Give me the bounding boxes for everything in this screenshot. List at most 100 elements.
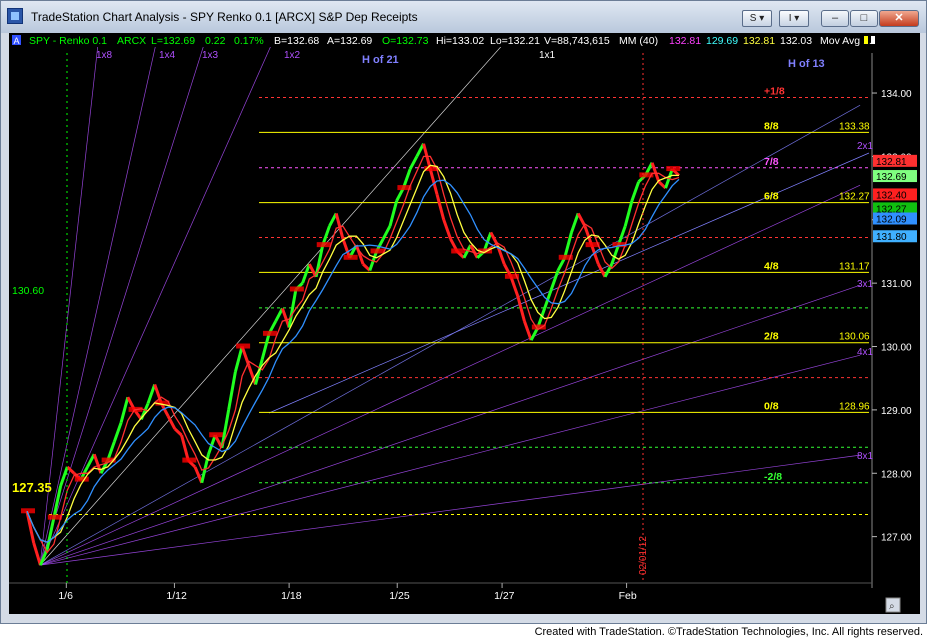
renko-down-bar	[173, 427, 183, 437]
price-tick-label: 128.00	[881, 469, 912, 480]
renko-up-bar	[254, 358, 264, 385]
price-chart[interactable]: +1/8 8/8 133.38 7/8 6/8 132.27 4/8 131.17 2/8 130…	[9, 24, 920, 614]
gann-fan-line	[39, 25, 281, 566]
time-tick-label: 1/6	[58, 590, 73, 602]
price-tags: 132.69132.81132.40132.27132.09131.80	[873, 154, 917, 243]
info-open: O=132.73	[382, 35, 429, 47]
murrey-label: 6/8	[764, 191, 779, 203]
renko-block	[74, 476, 89, 482]
h-of-13-label: H of 13	[788, 58, 825, 70]
murrey-label: +1/8	[764, 85, 785, 97]
renko-block	[451, 248, 466, 254]
gann-fan-line	[40, 454, 861, 566]
moving-average-line	[26, 178, 680, 543]
price-tag-label: 132.69	[876, 172, 907, 183]
s-menu-button[interactable]: S ▾	[742, 10, 772, 27]
gann-4x1-label: 4x1	[857, 347, 874, 358]
renko-down-bar	[597, 263, 607, 278]
renko-up-bar	[274, 307, 284, 322]
info-bid: B=132.68	[274, 35, 319, 47]
info-mm2: 129.69	[706, 35, 738, 47]
window-title: TradeStation Chart Analysis - SPY Renko …	[31, 10, 418, 24]
renko-up-bar	[623, 200, 634, 227]
info-marker-1	[864, 36, 868, 44]
price-tick-label: 129.00	[881, 406, 912, 417]
gann-2x1-label: 2x1	[857, 141, 874, 152]
price-tag-label: 132.40	[876, 190, 907, 201]
close-button[interactable]: ✕	[879, 10, 919, 27]
murrey-value: 132.27	[839, 192, 870, 203]
copyright-text: Created with TradeStation. ©TradeStation…	[534, 626, 923, 638]
price-tick-label: 130.00	[881, 343, 912, 354]
status-bar: Created with TradeStation. ©TradeStation…	[0, 624, 927, 640]
info-hi: Hi=133.02	[436, 35, 484, 47]
gann-3x1-label: 3x1	[857, 279, 874, 290]
price-tag-label: 132.81	[876, 157, 907, 168]
murrey-value: 133.38	[839, 121, 870, 132]
renko-up-bar	[112, 422, 123, 443]
gann-8x1-label: 8x1	[857, 451, 874, 462]
renko-down-bar	[509, 276, 520, 297]
i-menu-button[interactable]: I ▾	[779, 10, 809, 27]
s-menu-label: S	[749, 13, 757, 24]
price-tag-label: 132.09	[876, 215, 907, 226]
gann-fan-lines	[39, 24, 870, 566]
price-tag-label: 131.80	[876, 232, 907, 243]
renko-block	[262, 330, 277, 336]
maximize-button[interactable]: □	[850, 10, 878, 27]
a-badge-label: A	[14, 36, 20, 46]
info-marker-2	[871, 36, 875, 44]
tradestation-app-icon	[7, 8, 23, 24]
renko-block	[666, 166, 681, 172]
info-volume: V=88,743,615	[544, 35, 610, 47]
renko-down-bar	[650, 162, 661, 183]
price-axis: 134.00133.00132.00131.00130.00129.00128.…	[871, 53, 912, 588]
price-tick-label: 127.00	[881, 533, 912, 544]
chart-canvas[interactable]: +1/8 8/8 133.38 7/8 6/8 132.27 4/8 131.17 2/8 130…	[9, 24, 920, 614]
murrey-math-lines: +1/8 8/8 133.38 7/8 6/8 132.27 4/8 131.17 2/8 130…	[49, 85, 870, 515]
price-tick-label: 131.00	[881, 279, 912, 290]
gann-1x2-label: 1x2	[284, 50, 301, 61]
renko-down-bar	[166, 415, 177, 430]
renko-down-bar	[92, 453, 103, 474]
gann-fan-line	[39, 25, 211, 566]
price-series	[26, 155, 680, 554]
renko-block	[209, 432, 224, 438]
renko-up-bar	[549, 269, 560, 290]
gann-fan-line	[39, 24, 521, 566]
renko-up-bar	[146, 384, 157, 405]
chevron-down-icon: ▾	[759, 13, 765, 24]
renko-up-bar	[119, 396, 130, 423]
renko-up-bar	[630, 181, 641, 202]
trend-line	[268, 152, 870, 414]
murrey-value: 130.06	[839, 332, 870, 343]
gann-1x3-label: 1x3	[202, 50, 219, 61]
murrey-value: 131.17	[839, 261, 870, 272]
chart-window: TradeStation Chart Analysis - SPY Renko …	[0, 0, 927, 624]
renko-block	[182, 457, 197, 463]
renko-down-bar	[576, 212, 587, 227]
time-tick-label: 1/12	[166, 590, 187, 602]
title-bar[interactable]: TradeStation Chart Analysis - SPY Renko …	[1, 1, 926, 33]
time-tick-label: 1/18	[281, 590, 302, 602]
renko-block	[236, 343, 251, 349]
murrey-label: 8/8	[764, 120, 779, 132]
renko-block	[316, 242, 331, 248]
renko-down-bar	[522, 320, 533, 341]
info-exchange: ARCX	[117, 35, 146, 47]
renko-down-bar	[516, 295, 526, 322]
info-mm4: 132.03	[780, 35, 812, 47]
renko-block	[289, 286, 304, 292]
gann-fan-line	[39, 25, 161, 566]
renko-down-bar	[435, 194, 446, 221]
renko-up-bar	[388, 200, 399, 227]
gann-fan-line	[39, 284, 861, 566]
gann-fan-line	[40, 354, 861, 566]
time-tick-label: 1/27	[494, 590, 515, 602]
renko-up-bar	[563, 232, 573, 259]
time-tick-label: 1/25	[389, 590, 410, 602]
renko-down-bar	[25, 510, 36, 544]
info-symbol: SPY - Renko 0.1	[29, 35, 107, 47]
left-price-label-130-60: 130.60	[12, 285, 44, 297]
minimize-button[interactable]: –	[821, 10, 849, 27]
